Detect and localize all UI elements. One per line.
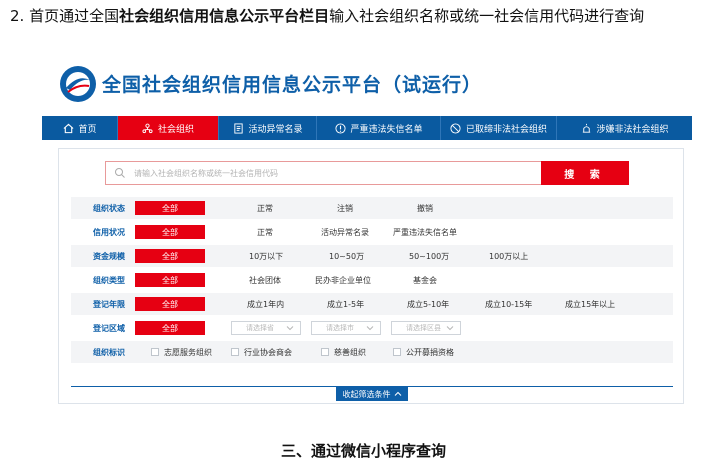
filter-all-button[interactable]: 全部	[135, 201, 205, 215]
filter-option[interactable]: 成立15年以上	[565, 299, 615, 310]
filter-option[interactable]: 正常	[257, 203, 273, 214]
search-panel: 请输入社会组织名称或统一社会信用代码 搜 索 组织状态 全部 正常 注销 撤销 …	[58, 148, 684, 404]
website-screenshot: 全国社会组织信用信息公示平台（试运行） 首页 社会组织 活动异常名录 严重违法失…	[42, 56, 692, 404]
filter-reg-area: 登记区域 全部 请选择省 请选择市 请选择区县	[71, 317, 673, 339]
checkbox-volunteer[interactable]: 志愿服务组织	[151, 347, 212, 358]
chevron-down-icon	[366, 326, 374, 331]
filter-org-status: 组织状态 全部 正常 注销 撤销	[71, 197, 673, 219]
site-header: 全国社会组织信用信息公示平台（试运行）	[42, 56, 692, 112]
warning-icon	[580, 122, 592, 134]
home-icon	[62, 122, 74, 134]
section-heading: 三、通过微信小程序查询	[280, 442, 446, 460]
filter-label: 信用状况	[93, 227, 125, 237]
chevron-down-icon	[286, 326, 294, 331]
filter-all-button[interactable]: 全部	[135, 297, 205, 311]
filter-option[interactable]: 正常	[257, 227, 273, 238]
nav-dishonest-list[interactable]: 严重违法失信名单	[317, 116, 441, 140]
checkbox-box[interactable]	[321, 348, 329, 356]
nav-abnormal-list[interactable]: 活动异常名录	[219, 116, 317, 140]
nav-banned-orgs[interactable]: 已取缔非法社会组织	[441, 116, 557, 140]
checkbox-box[interactable]	[231, 348, 239, 356]
filter-label: 组织标识	[93, 347, 125, 357]
filter-option[interactable]: 基金会	[413, 275, 437, 286]
filter-reg-years: 登记年限 全部 成立1年内 成立1-5年 成立5-10年 成立10-15年 成立…	[71, 293, 673, 315]
nav-home[interactable]: 首页	[42, 116, 118, 140]
main-nav: 首页 社会组织 活动异常名录 严重违法失信名单 已取缔非法社会组织 涉嫌非法社会…	[42, 116, 692, 140]
checkbox-charity[interactable]: 慈善组织	[321, 347, 366, 358]
chevron-up-icon	[394, 391, 401, 396]
filter-label: 登记年限	[93, 299, 125, 309]
district-select[interactable]: 请选择区县	[391, 321, 461, 335]
search-icon	[115, 168, 125, 178]
filter-label: 组织类型	[93, 275, 125, 285]
filter-option[interactable]: 民办非企业单位	[315, 275, 371, 286]
instruction-text: 2. 首页通过全国社会组织信用信息公示平台栏目输入社会组织名称或统一社会信用代码…	[10, 7, 645, 25]
filter-option[interactable]: 10~50万	[329, 251, 364, 262]
filter-option[interactable]: 活动异常名录	[321, 227, 369, 238]
nav-suspected-orgs[interactable]: 涉嫌非法社会组织	[557, 116, 692, 140]
search-button[interactable]: 搜 索	[541, 161, 629, 185]
checkbox-public-fundraising[interactable]: 公开募捐资格	[393, 347, 454, 358]
instruction-bold: 社会组织信用信息公示平台栏目	[119, 7, 330, 25]
filter-org-marks: 组织标识 志愿服务组织 行业协会商会 慈善组织 公开募捐资格	[71, 341, 673, 363]
filter-credit-status: 信用状况 全部 正常 活动异常名录 严重违法失信名单	[71, 221, 673, 243]
checkbox-box[interactable]	[393, 348, 401, 356]
filter-all-button[interactable]: 全部	[135, 273, 205, 287]
filter-option[interactable]: 严重违法失信名单	[393, 227, 457, 238]
filter-option[interactable]: 成立10-15年	[485, 299, 532, 310]
filter-option[interactable]: 社会团体	[249, 275, 281, 286]
org-icon	[142, 122, 154, 134]
alert-icon	[334, 122, 346, 134]
search-bar: 请输入社会组织名称或统一社会信用代码 搜 索	[105, 161, 629, 185]
checkbox-box[interactable]	[151, 348, 159, 356]
search-input[interactable]: 请输入社会组织名称或统一社会信用代码	[105, 161, 543, 185]
filter-option[interactable]: 成立1-5年	[327, 299, 364, 310]
collapse-filters-button[interactable]: 收起筛选条件	[336, 387, 408, 401]
province-select[interactable]: 请选择省	[231, 321, 301, 335]
document-icon	[232, 122, 244, 134]
chevron-down-icon	[446, 326, 454, 331]
search-placeholder: 请输入社会组织名称或统一社会信用代码	[134, 168, 278, 178]
filter-option[interactable]: 100万以上	[489, 251, 528, 262]
filter-option[interactable]: 成立5-10年	[407, 299, 449, 310]
filter-label: 资金规模	[93, 251, 125, 261]
platform-logo-icon	[60, 66, 96, 102]
nav-social-orgs[interactable]: 社会组织	[118, 116, 219, 140]
filter-label: 登记区域	[93, 323, 125, 333]
filter-option[interactable]: 撤销	[417, 203, 433, 214]
site-title: 全国社会组织信用信息公示平台（试运行）	[102, 74, 483, 96]
filter-label: 组织状态	[93, 203, 125, 213]
filter-option[interactable]: 注销	[337, 203, 353, 214]
filter-org-type: 组织类型 全部 社会团体 民办非企业单位 基金会	[71, 269, 673, 291]
filter-option[interactable]: 50~100万	[409, 251, 449, 262]
city-select[interactable]: 请选择市	[311, 321, 381, 335]
filter-option[interactable]: 10万以下	[249, 251, 283, 262]
filter-all-button[interactable]: 全部	[135, 225, 205, 239]
ban-icon	[450, 122, 462, 134]
filter-all-button[interactable]: 全部	[135, 321, 205, 335]
filter-all-button[interactable]: 全部	[135, 249, 205, 263]
filter-option[interactable]: 成立1年内	[247, 299, 284, 310]
filter-capital-scale: 资金规模 全部 10万以下 10~50万 50~100万 100万以上	[71, 245, 673, 267]
checkbox-industry-assoc[interactable]: 行业协会商会	[231, 347, 292, 358]
